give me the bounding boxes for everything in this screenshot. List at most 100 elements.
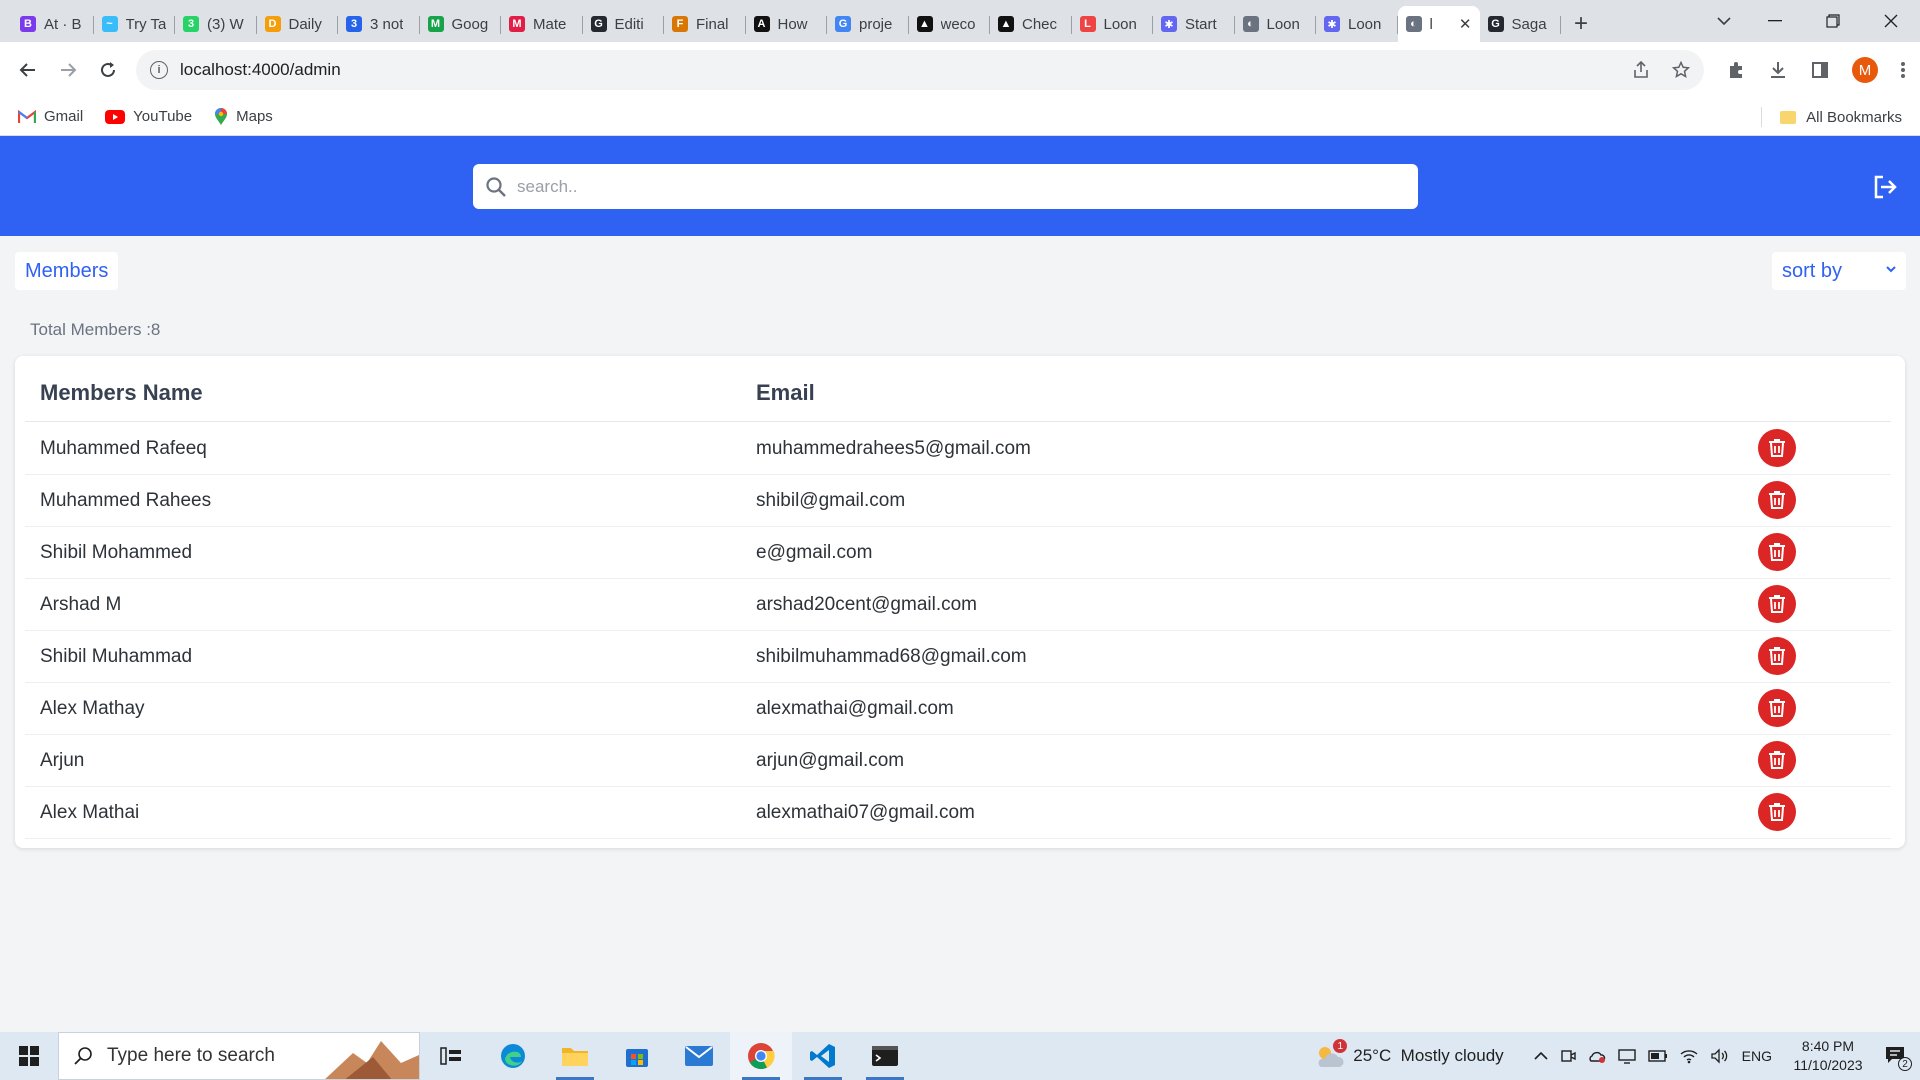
tab-title: Try Ta bbox=[125, 15, 167, 33]
tab-title: Final bbox=[696, 15, 729, 33]
extensions-icon[interactable] bbox=[1726, 60, 1746, 80]
display-icon[interactable] bbox=[1617, 1048, 1636, 1064]
restore-button[interactable] bbox=[1804, 0, 1862, 42]
taskbar-edge[interactable] bbox=[482, 1032, 544, 1080]
browser-tab[interactable]: 3 3 not bbox=[338, 6, 420, 42]
chrome-icon bbox=[748, 1043, 775, 1070]
clock[interactable]: 8:40 PM 11/10/2023 bbox=[1784, 1037, 1872, 1075]
vscode-icon bbox=[810, 1044, 835, 1068]
browser-tab[interactable]: M Goog bbox=[420, 6, 502, 42]
members-tab[interactable]: Members bbox=[15, 252, 119, 290]
browser-tab[interactable]: F Final bbox=[664, 6, 746, 42]
browser-tab-strip: B At · B ~ Try Ta 3 (3) W D Daily 3 3 not M Goog M Ma… bbox=[0, 0, 1920, 42]
browser-tab[interactable]: ◐ Loon bbox=[1235, 6, 1317, 42]
language-indicator[interactable]: ENG bbox=[1742, 1048, 1772, 1064]
bookmarks-bar: Gmail YouTube Maps All Bookmarks bbox=[0, 98, 1920, 136]
browser-tab[interactable]: L Loon bbox=[1072, 6, 1154, 42]
taskbar-vscode[interactable] bbox=[792, 1032, 854, 1080]
browser-tab[interactable]: A How bbox=[746, 6, 828, 42]
volume-icon[interactable] bbox=[1710, 1048, 1730, 1064]
tab-favicon-icon: ◐ bbox=[1242, 16, 1259, 32]
notifications-button[interactable]: 2 bbox=[1884, 1045, 1912, 1071]
browser-tab[interactable]: ◐ l ✕ bbox=[1397, 6, 1480, 42]
delete-member-button[interactable] bbox=[1758, 481, 1796, 519]
browser-tab[interactable]: D Daily bbox=[257, 6, 339, 42]
side-panel-icon[interactable] bbox=[1810, 60, 1830, 80]
tab-favicon-icon: D bbox=[264, 16, 281, 32]
browser-tab[interactable]: Gproje bbox=[827, 6, 909, 42]
browser-tab[interactable]: ▲ Chec bbox=[990, 6, 1072, 42]
browser-tab[interactable]: B At · B bbox=[12, 6, 94, 42]
browser-tab[interactable]: M Mate bbox=[501, 6, 583, 42]
profile-avatar[interactable]: M bbox=[1852, 57, 1878, 83]
taskbar-terminal[interactable] bbox=[854, 1032, 916, 1080]
delete-member-button[interactable] bbox=[1758, 637, 1796, 675]
taskbar-search[interactable]: Type here to search bbox=[58, 1032, 420, 1080]
member-email: shibilmuhammad68@gmail.com bbox=[756, 646, 1027, 667]
onedrive-icon[interactable] bbox=[1588, 1048, 1606, 1064]
download-icon[interactable] bbox=[1768, 60, 1788, 80]
tab-title: Chec bbox=[1022, 15, 1058, 33]
search-input[interactable] bbox=[517, 176, 1397, 197]
start-button[interactable] bbox=[0, 1032, 58, 1080]
browser-tab[interactable]: G Editi bbox=[583, 6, 665, 42]
browser-tab[interactable]: ✱ Start bbox=[1153, 6, 1235, 42]
bookmark-maps[interactable]: Maps bbox=[214, 107, 273, 126]
bookmark-gmail[interactable]: Gmail bbox=[18, 108, 83, 125]
forward-button[interactable] bbox=[48, 50, 88, 90]
delete-member-button[interactable] bbox=[1758, 793, 1796, 831]
delete-member-button[interactable] bbox=[1758, 585, 1796, 623]
logout-icon[interactable] bbox=[1870, 172, 1900, 202]
chevron-up-icon[interactable] bbox=[1534, 1051, 1548, 1061]
task-view-button[interactable] bbox=[420, 1032, 482, 1080]
browser-tab[interactable]: G Saga bbox=[1480, 6, 1562, 42]
battery-icon[interactable] bbox=[1647, 1050, 1668, 1062]
taskbar-file-explorer[interactable] bbox=[544, 1032, 606, 1080]
url-text: localhost:4000/admin bbox=[180, 60, 341, 79]
arrow-left-icon bbox=[19, 63, 35, 77]
member-name: Arshad M bbox=[40, 594, 122, 615]
taskbar-chrome[interactable] bbox=[730, 1032, 792, 1080]
table-row: Alex Mathai alexmathai07@gmail.com bbox=[25, 787, 1891, 839]
tab-favicon-icon: 3 bbox=[346, 16, 362, 32]
taskbar-mail[interactable] bbox=[668, 1032, 730, 1080]
delete-member-button[interactable] bbox=[1758, 741, 1796, 779]
table-row: Shibil Mohammed e@gmail.com bbox=[25, 527, 1891, 579]
browser-tab[interactable]: ✱ Loon bbox=[1316, 6, 1398, 42]
bookmark-star-icon[interactable] bbox=[1672, 61, 1690, 79]
close-window-button[interactable] bbox=[1862, 0, 1920, 42]
taskbar-store[interactable] bbox=[606, 1032, 668, 1080]
meet-now-icon[interactable] bbox=[1560, 1048, 1576, 1064]
terminal-icon bbox=[872, 1046, 898, 1066]
back-button[interactable] bbox=[8, 50, 48, 90]
kebab-menu-icon[interactable] bbox=[1900, 60, 1906, 80]
wifi-icon[interactable] bbox=[1680, 1048, 1698, 1064]
tab-search-icon[interactable] bbox=[1708, 6, 1740, 36]
tab-favicon-icon: ▲ bbox=[998, 16, 1014, 32]
bookmark-youtube[interactable]: YouTube bbox=[105, 108, 192, 125]
delete-member-button[interactable] bbox=[1758, 533, 1796, 571]
sort-by-select[interactable]: sort by bbox=[1772, 252, 1906, 290]
address-bar[interactable]: i localhost:4000/admin bbox=[136, 50, 1704, 90]
weather-widget[interactable]: 1 25°C Mostly cloudy bbox=[1313, 1039, 1504, 1069]
site-info-icon[interactable]: i bbox=[150, 61, 168, 79]
reload-button[interactable] bbox=[88, 50, 128, 90]
browser-tab[interactable]: 3 (3) W bbox=[175, 6, 257, 42]
member-email: muhammedrahees5@gmail.com bbox=[756, 438, 1031, 459]
delete-member-button[interactable] bbox=[1758, 429, 1796, 467]
browser-tab[interactable]: ~ Try Ta bbox=[94, 6, 176, 42]
browser-tab[interactable]: ▲ weco bbox=[909, 6, 991, 42]
minimize-button[interactable] bbox=[1746, 0, 1804, 42]
total-members: Total Members :8 bbox=[30, 320, 161, 339]
all-bookmarks[interactable]: All Bookmarks bbox=[1761, 98, 1902, 136]
share-icon[interactable] bbox=[1632, 61, 1650, 79]
delete-member-button[interactable] bbox=[1758, 689, 1796, 727]
new-tab-button[interactable]: + bbox=[1561, 6, 1601, 42]
tab-favicon-icon: L bbox=[1079, 16, 1096, 32]
member-name: Shibil Muhammad bbox=[40, 646, 193, 667]
member-name: Alex Mathai bbox=[40, 802, 140, 823]
close-tab-icon[interactable]: ✕ bbox=[1459, 15, 1472, 33]
tab-title: Loon bbox=[1266, 15, 1300, 33]
member-email: arjun@gmail.com bbox=[756, 750, 905, 771]
tab-list: B At · B ~ Try Ta 3 (3) W D Daily 3 3 not M Goog M Ma… bbox=[12, 6, 1561, 42]
